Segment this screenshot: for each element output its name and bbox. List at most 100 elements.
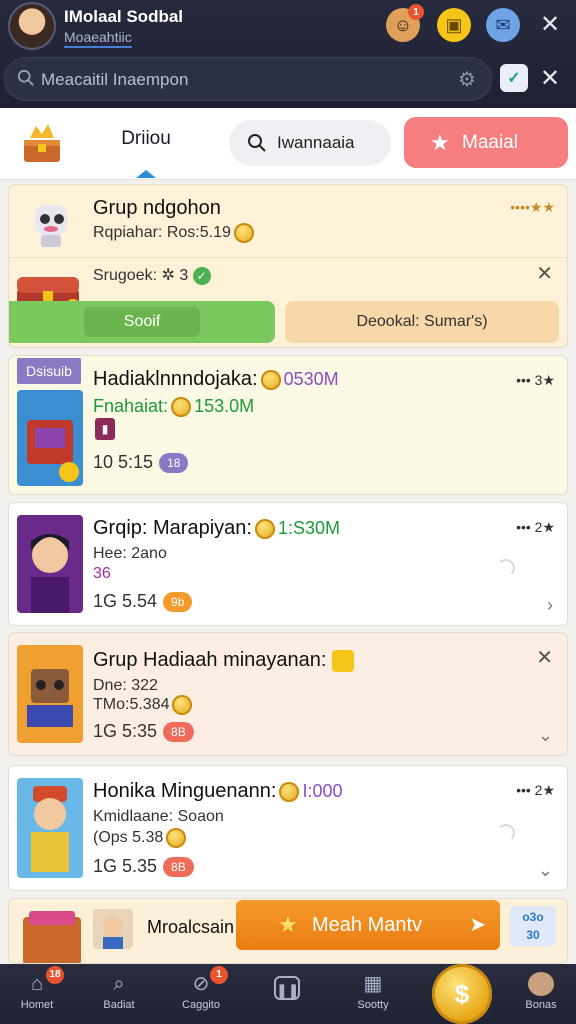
- gear-icon[interactable]: ⚙: [455, 68, 479, 92]
- card-title: Grup ndgohon: [93, 197, 221, 219]
- app-title: IMolaal Sodbal: [64, 7, 184, 26]
- card-title-text: Grup Hadiaah minayanan:: [93, 649, 327, 671]
- search-bar[interactable]: ⚙: [4, 57, 492, 102]
- emoji-icon[interactable]: ☺ 1: [386, 4, 424, 42]
- card-line: Rqpiahar: Ros:5.19: [93, 223, 257, 243]
- card-meta-text: 1G 5:35: [93, 721, 158, 741]
- card-line-text: Rqpiahar: Ros:5.19: [93, 224, 231, 242]
- group-card[interactable]: Grup Hadiaah minayanan: Dne: 322 TMo:5.3…: [8, 632, 568, 756]
- nav-society[interactable]: ▦ Sootty: [338, 964, 408, 1024]
- coin-icon: [172, 695, 193, 715]
- card-line-text: Fnahaiat:: [93, 396, 169, 416]
- emoji-icon: [332, 649, 355, 672]
- nav-label: Caggito: [182, 999, 220, 1011]
- card-divider: [9, 257, 567, 258]
- dismiss-icon[interactable]: ✕: [536, 261, 553, 286]
- pointer-icon: ➤: [469, 914, 486, 936]
- pause-icon: ❚❚: [274, 976, 300, 1000]
- rating-dots: ••• 2★: [516, 782, 555, 798]
- tab-active[interactable]: Driiou: [92, 108, 200, 180]
- card-line: Hee: 2ano: [93, 545, 167, 562]
- group-card[interactable]: Honika Minguenann: I:000 Kmidlaane: Soaon…: [8, 765, 568, 891]
- tab-featured[interactable]: ★ Maaial: [404, 117, 568, 168]
- count-pill: 9b: [163, 592, 193, 613]
- nav-badge: 18: [46, 966, 64, 984]
- promo-title: Mroalcsain: [147, 917, 235, 937]
- nav-badge: 1: [210, 966, 228, 984]
- nav-pause[interactable]: ❚❚: [252, 964, 322, 1024]
- search-icon: [17, 69, 34, 86]
- card-line-value: 153.0M: [194, 396, 255, 416]
- card-meta: 1G 5.35 8B: [93, 856, 194, 878]
- coin-icon: [254, 518, 275, 539]
- card-title: Grqip: Marapiyan: 1:S30M: [93, 517, 340, 540]
- notification-badge: 1: [408, 4, 424, 20]
- stat-box[interactable]: o3o 30: [510, 906, 556, 946]
- gift-icon[interactable]: ▣: [437, 8, 471, 42]
- robot-mascot-icon: [35, 205, 67, 247]
- chat-icon[interactable]: ✉: [486, 8, 520, 42]
- card-title-value: I:000: [302, 781, 343, 801]
- avatar: [528, 972, 554, 996]
- deals-tag: Dsisuib: [17, 358, 81, 384]
- secondary-button[interactable]: Deookal: Sumar's): [285, 301, 559, 343]
- card-line: TMo:5.384: [93, 695, 195, 715]
- avatar[interactable]: [8, 2, 56, 50]
- chevron-down-icon[interactable]: ⌄: [538, 860, 553, 881]
- card-meta-text: 10 5:15: [93, 452, 154, 472]
- app-subtitle[interactable]: Moaeahtiic: [64, 29, 132, 48]
- character-thumbnail: [17, 778, 83, 878]
- close-search-icon[interactable]: ✕: [536, 62, 564, 96]
- chevron-down-icon[interactable]: ⌄: [538, 725, 553, 746]
- nav-bonus[interactable]: Bonas: [506, 964, 576, 1024]
- tab-search[interactable]: Iwannaaia: [229, 120, 391, 166]
- coin-icon: [233, 223, 254, 243]
- primary-button[interactable]: Sooif: [9, 301, 275, 343]
- loading-icon: [497, 824, 515, 842]
- nav-explore[interactable]: ⊘ Caggito 1: [166, 964, 236, 1024]
- gift-icon: ▦: [363, 973, 383, 995]
- coin-icon: [279, 781, 300, 802]
- loading-icon: [497, 559, 515, 577]
- robot-thumbnail: [17, 645, 83, 743]
- nav-home[interactable]: ⌂ Homet 18: [2, 964, 72, 1024]
- group-card[interactable]: Dsisuib Hadiaklnnndojaka: 0530M Fnahaiat:…: [8, 355, 568, 495]
- coin-icon: [171, 397, 192, 418]
- search-input[interactable]: [41, 58, 441, 102]
- card-meta: 1G 5.54 9b: [93, 591, 193, 613]
- count-pill: 18: [159, 453, 189, 474]
- cta-button[interactable]: ★ Meah Mantv ➤: [236, 900, 500, 950]
- game-thumbnail: [17, 390, 83, 486]
- rating-dots: ••• 2★: [516, 519, 555, 535]
- coin-icon: [166, 828, 187, 848]
- card-meta-text: 1G 5.35: [93, 856, 158, 876]
- dismiss-icon[interactable]: ✕: [536, 645, 553, 670]
- search-nav-icon: ⌕: [113, 973, 125, 995]
- chest-icon[interactable]: [20, 120, 64, 166]
- character-icon: [93, 909, 133, 949]
- group-card[interactable]: Grup ndgohon Rqpiahar: Ros:5.19 ••••★★ S…: [8, 184, 568, 348]
- shop-thumbnail: [23, 911, 81, 963]
- group-card[interactable]: Grqip: Marapiyan: 1:S30M Hee: 2ano 36 1G …: [8, 502, 568, 626]
- card-subline: Srugoek: ✲ 3 ✓: [93, 265, 211, 285]
- stat-top: o3o: [522, 910, 544, 924]
- nav-search[interactable]: ⌕ Badiat: [84, 964, 154, 1024]
- card-line-text: (Ops 5.38: [93, 829, 164, 847]
- nav-label: Bonas: [525, 999, 557, 1011]
- card-title: Honika Minguenann: I:000: [93, 780, 343, 803]
- check-icon: ✓: [192, 267, 211, 285]
- count-pill: 8B: [163, 857, 194, 878]
- close-icon[interactable]: ✕: [536, 8, 564, 42]
- mail-icon[interactable]: ✓: [500, 64, 528, 92]
- card-line: Kmidlaane: Soaon: [93, 808, 224, 825]
- character-thumbnail: [17, 515, 83, 613]
- rating-dots: ••••★★: [510, 199, 555, 215]
- nav-label: Badiat: [103, 999, 135, 1011]
- card-title: Hadiaklnnndojaka: 0530M: [93, 368, 339, 391]
- chevron-right-icon[interactable]: ›: [547, 595, 553, 616]
- card-title-text: Hadiaklnnndojaka:: [93, 368, 258, 390]
- coin-nav-icon[interactable]: $: [432, 964, 492, 1024]
- card-title-text: Honika Minguenann:: [93, 780, 277, 802]
- cta-label: Meah Mantv: [312, 914, 423, 936]
- nav-label: Homet: [20, 999, 54, 1011]
